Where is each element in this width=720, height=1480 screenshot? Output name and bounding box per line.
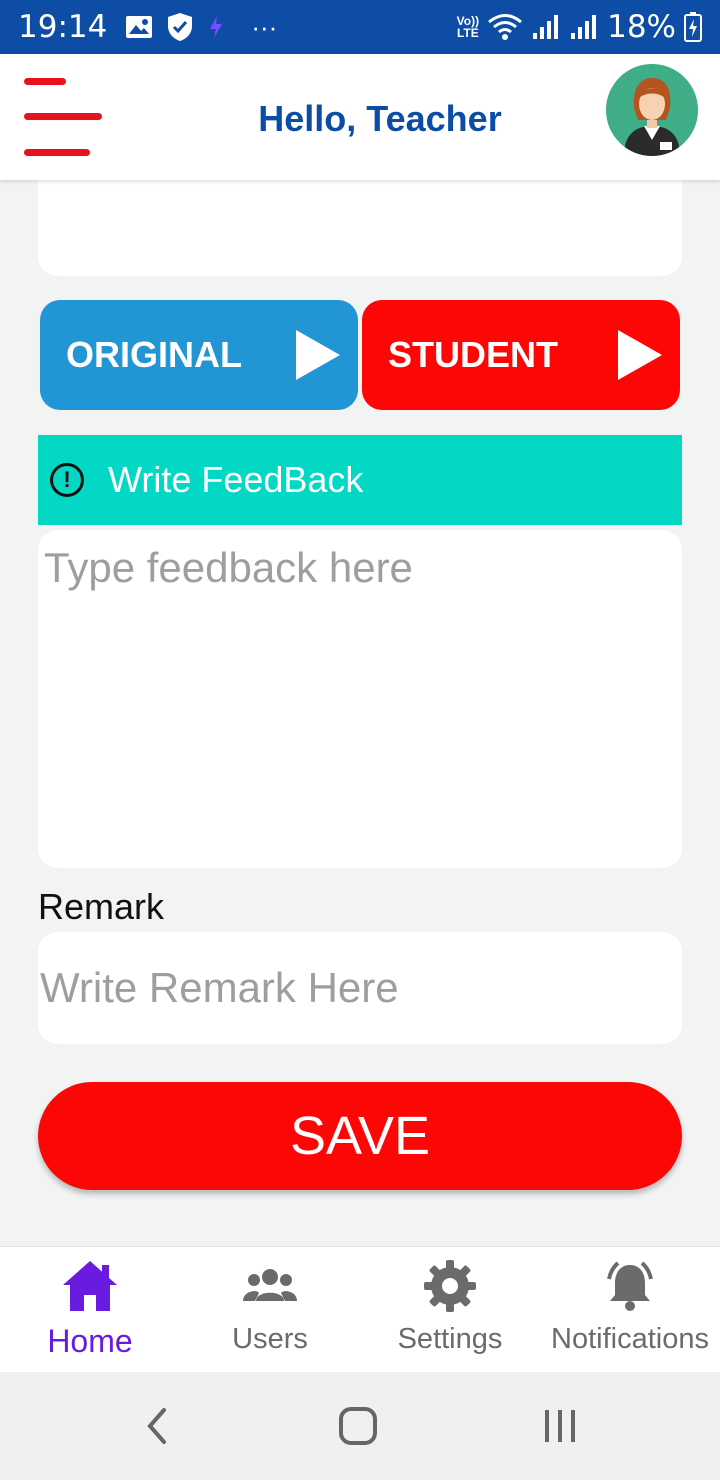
nav-settings-label: Settings — [397, 1323, 503, 1355]
save-button[interactable]: SAVE — [38, 1082, 682, 1190]
original-label: ORIGINAL — [66, 334, 242, 375]
remark-label: Remark — [38, 886, 165, 927]
status-time: 19:14 — [18, 9, 108, 45]
back-icon[interactable] — [140, 1406, 174, 1446]
original-play-button[interactable]: ORIGINAL — [40, 300, 358, 410]
avatar[interactable] — [606, 64, 698, 156]
student-label: STUDENT — [388, 334, 558, 375]
app-header: Hello, Teacher — [0, 54, 720, 180]
student-play-button[interactable]: STUDENT — [362, 300, 680, 410]
remark-input[interactable] — [38, 932, 682, 1044]
feedback-header: ! Write FeedBack — [38, 435, 682, 525]
nav-users-label: Users — [232, 1323, 308, 1355]
system-nav-bar — [0, 1372, 720, 1480]
battery-percent: 18% — [607, 9, 676, 45]
status-bar: 19:14 ··· Vo)) LTE 18% — [0, 0, 720, 54]
nav-home-label: Home — [47, 1323, 133, 1359]
home-icon — [63, 1261, 117, 1311]
play-icon — [296, 330, 340, 380]
feedback-title: Write FeedBack — [108, 459, 364, 500]
signal-icon — [533, 15, 559, 39]
nav-settings[interactable]: Settings — [360, 1247, 540, 1372]
nav-notifications[interactable]: Notifications — [540, 1247, 720, 1372]
shield-icon — [168, 13, 193, 41]
gear-icon — [424, 1260, 476, 1312]
gallery-icon — [126, 16, 153, 38]
bottom-nav: Home Users Settings Notifications — [0, 1246, 720, 1372]
feedback-textarea[interactable] — [38, 530, 682, 868]
alert-icon: ! — [50, 463, 84, 497]
bell-icon — [607, 1261, 653, 1311]
content-card — [38, 180, 682, 276]
nav-home[interactable]: Home — [0, 1247, 180, 1372]
nav-notifications-label: Notifications — [551, 1323, 709, 1355]
play-icon — [618, 330, 662, 380]
nav-users[interactable]: Users — [180, 1247, 360, 1372]
battery-charging-icon — [684, 12, 702, 42]
signal-icon-2 — [571, 15, 597, 39]
home-nav-icon[interactable] — [338, 1406, 378, 1446]
more-icon: ··· — [251, 11, 278, 42]
recents-icon[interactable] — [540, 1406, 580, 1446]
users-icon — [243, 1269, 297, 1301]
wifi-icon — [488, 14, 523, 40]
volte-icon: Vo)) LTE — [456, 14, 480, 40]
app-notification-icon — [210, 16, 223, 38]
